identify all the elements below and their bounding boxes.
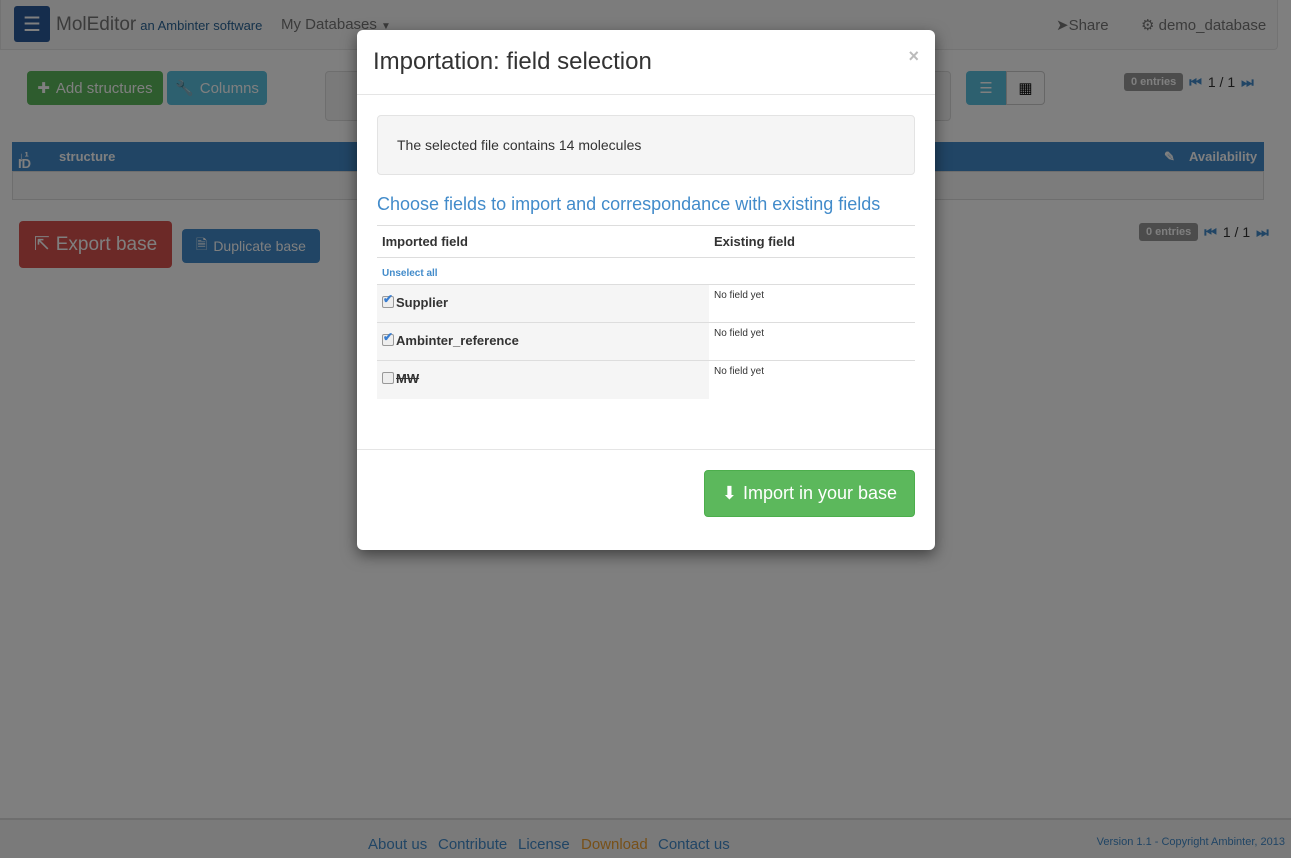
col-existing: Existing field bbox=[709, 225, 915, 258]
existing-field: No field yet bbox=[709, 284, 915, 323]
field-row: Supplier No field yet bbox=[377, 284, 915, 323]
field-row: Ambinter_reference No field yet bbox=[377, 322, 915, 361]
col-imported: Imported field bbox=[377, 225, 709, 258]
field-name: Supplier bbox=[396, 295, 449, 310]
unselect-all-link[interactable]: Unselect all bbox=[382, 268, 438, 279]
field-row: MW No field yet bbox=[377, 360, 915, 399]
fields-table: Imported field Existing field Unselect al… bbox=[377, 225, 915, 399]
import-button[interactable]: ⬇ Import in your base bbox=[704, 470, 915, 517]
import-modal: Importation: field selection × The select… bbox=[357, 30, 935, 550]
modal-title: Importation: field selection bbox=[373, 48, 652, 75]
checkbox-mw[interactable] bbox=[382, 372, 394, 384]
download-icon: ⬇ bbox=[721, 483, 737, 503]
existing-field: No field yet bbox=[709, 322, 915, 361]
existing-field: No field yet bbox=[709, 360, 915, 399]
close-icon[interactable]: × bbox=[908, 46, 919, 67]
checkbox-supplier[interactable] bbox=[382, 292, 394, 308]
field-name: Ambinter_reference bbox=[396, 333, 519, 348]
modal-footer: ⬇ Import in your base bbox=[357, 449, 935, 550]
import-label: Import in your base bbox=[743, 483, 898, 503]
checkbox-ambinter-reference[interactable] bbox=[382, 330, 394, 346]
field-name: MW bbox=[396, 371, 420, 386]
file-info: The selected file contains 14 molecules bbox=[377, 115, 915, 175]
section-subtitle: Choose fields to import and correspondan… bbox=[377, 194, 881, 214]
